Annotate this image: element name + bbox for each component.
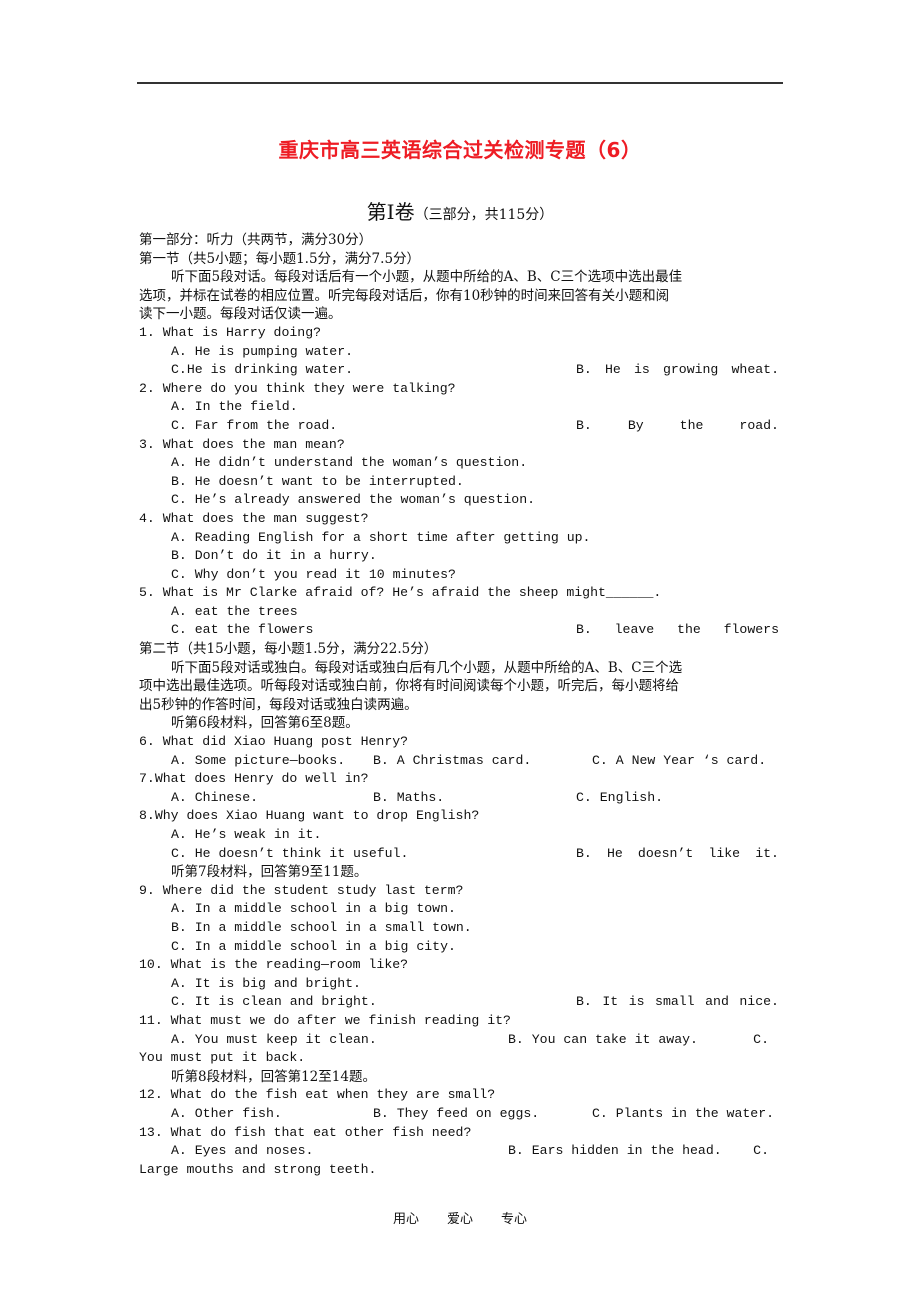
option-row: A. You must keep it clean. B. You can ta… [139,1031,783,1050]
option-row: A. Chinese. B. Maths. C. English. [139,789,783,808]
material-note: 听第8段材料，回答第12至14题。 [171,1068,376,1085]
footer-motto: 专心 [501,1212,528,1227]
option-row: A. It is big and bright. B. It is small and n… [139,975,783,1010]
section2-instructions: 项中选出最佳选项。听每段对话或独白前，你将有时间阅读每个小题，听完后，每小题将给 [139,678,679,695]
option-row: A. He’s weak in it. B. He doesn’t like it. [139,826,783,861]
header-rule [137,82,783,84]
option-a: A. Chinese. [171,789,259,805]
option-a: A. In a middle school in a big town. [171,901,456,917]
option-a: A. Reading English for a short time afte… [171,529,591,545]
question-10: 10. What is the reading—room like? [139,957,409,973]
option-a: A. He is pumping water. [171,343,354,359]
option-c: C. Plants in the water. [592,1105,775,1121]
section2-instructions: 出5秒钟的作答时间，每段对话或独白读两遍。 [139,696,418,713]
option-b: B. Don’t do it in a hurry. [171,548,377,564]
option-b: B. They feed on eggs. [373,1105,540,1121]
section1-heading: 第一节（共5小题；每小题1.5分，满分7.5分） [139,250,421,267]
option-c: C. It is clean and bright. [171,994,377,1010]
question-9: 9. Where did the student study last term… [139,882,464,898]
option-c: C. He doesn’t think it useful. [171,845,409,861]
exam-content: 第一部分：听力（共两节，满分30分） 第一节（共5小题；每小题1.5分，满分7.… [139,231,783,1179]
footer-motto: 爱心 [446,1212,473,1227]
option-b: B. You can take it away. [508,1031,698,1047]
section1-instructions: 选项，并标在试卷的相应位置。听完每段对话后，你有10秒钟的时间来回答有关小题和阅 [139,287,670,304]
option-row: A. Other fish. B. They feed on eggs. C. … [139,1105,783,1124]
option-c: C.He is drinking water. [171,362,354,378]
option-c: C. He’s already answered the woman’s que… [171,492,536,508]
part1-heading: 第一部分：听力（共两节，满分30分） [139,232,373,248]
option-a: A. You must keep it clean. [171,1031,377,1047]
option-row: A. He is pumping water. B. He is growing whe… [139,343,783,378]
question-2: 2. Where do you think they were talking? [139,380,456,396]
option-c: You must put it back. [139,1050,306,1066]
option-a: A. It is big and bright. [171,975,361,991]
question-6: 6. What did Xiao Huang post Henry? [139,734,409,750]
material-note: 听第7段材料，回答第9至11题。 [171,864,368,881]
question-13: 13. What do fish that eat other fish nee… [139,1124,472,1140]
option-a: A. Some picture—books. [171,752,346,768]
volume-main: 第Ⅰ卷 [366,200,415,224]
option-b: B. He doesn’t want to be interrupted. [171,473,464,489]
footer-motto: 用心 [392,1212,419,1227]
option-c-label: C. [753,1031,769,1047]
document-title: 重庆市高三英语综合过关检测专题（6） [278,138,642,162]
option-b: B. Ears hidden in the head. [508,1143,722,1159]
option-c: C. Why don’t you read it 10 minutes? [171,566,456,582]
question-11: 11. What must we do after we finish read… [139,1012,511,1028]
option-a: A. Eyes and noses. [171,1143,314,1159]
option-c: C. In a middle school in a big city. [171,938,456,954]
option-row: A. In the field. B. By the road. [139,398,783,433]
material-note: 听第6段材料，回答第6至8题。 [171,715,359,732]
option-c-label: C. [753,1143,769,1159]
option-row: A. eat the trees B. leave the flowers [139,603,783,638]
option-b: B. Maths. [373,789,445,805]
option-c: C. Far from the road. [171,417,338,433]
question-4: 4. What does the man suggest? [139,510,369,526]
option-row: A. Eyes and noses. B. Ears hidden in the… [139,1142,783,1161]
volume-heading: 第Ⅰ卷（三部分，共115分） [0,196,920,225]
option-c: Large mouths and strong teeth. [139,1161,377,1177]
page-footer: 用心 爱心 专心 [0,1208,920,1227]
question-12: 12. What do the fish eat when they are s… [139,1087,496,1103]
question-7: 7.What does Henry do well in? [139,771,369,787]
volume-note: （三部分，共115分） [414,207,554,223]
section2-instructions: 听下面5段对话或独白。每段对话或独白后有几个小题，从题中所给的A、B、C三个选 [171,659,683,676]
option-a: A. He’s weak in it. [171,827,322,842]
question-5: 5. What is Mr Clarke afraid of? He’s afr… [139,585,662,601]
option-c: C. English. [576,789,664,805]
option-a: A. In the field. [171,399,298,415]
section2-heading: 第二节（共15小题，每小题1.5分，满分22.5分） [139,641,438,658]
option-c: C. A New Year ‘s card. [592,752,767,768]
option-a: A. eat the trees [171,603,298,619]
option-c: C. eat the flowers [171,622,314,638]
question-1: 1. What is Harry doing? [139,324,322,340]
question-8: 8.Why does Xiao Huang want to drop Engli… [139,808,480,824]
option-a: A. He didn’t understand the woman’s ques… [171,455,528,471]
option-row: A. Some picture—books. B. A Christmas ca… [139,752,783,771]
section1-instructions: 读下一小题。每段对话仅读一遍。 [139,306,342,323]
option-a: A. Other fish. [171,1105,282,1121]
section1-instructions: 听下面5段对话。每段对话后有一个小题，从题中所给的A、B、C三个选项中选出最佳 [171,269,683,286]
question-3: 3. What does the man mean? [139,436,345,452]
option-b: B. A Christmas card. [373,752,532,768]
option-b: B. In a middle school in a small town. [171,919,472,935]
